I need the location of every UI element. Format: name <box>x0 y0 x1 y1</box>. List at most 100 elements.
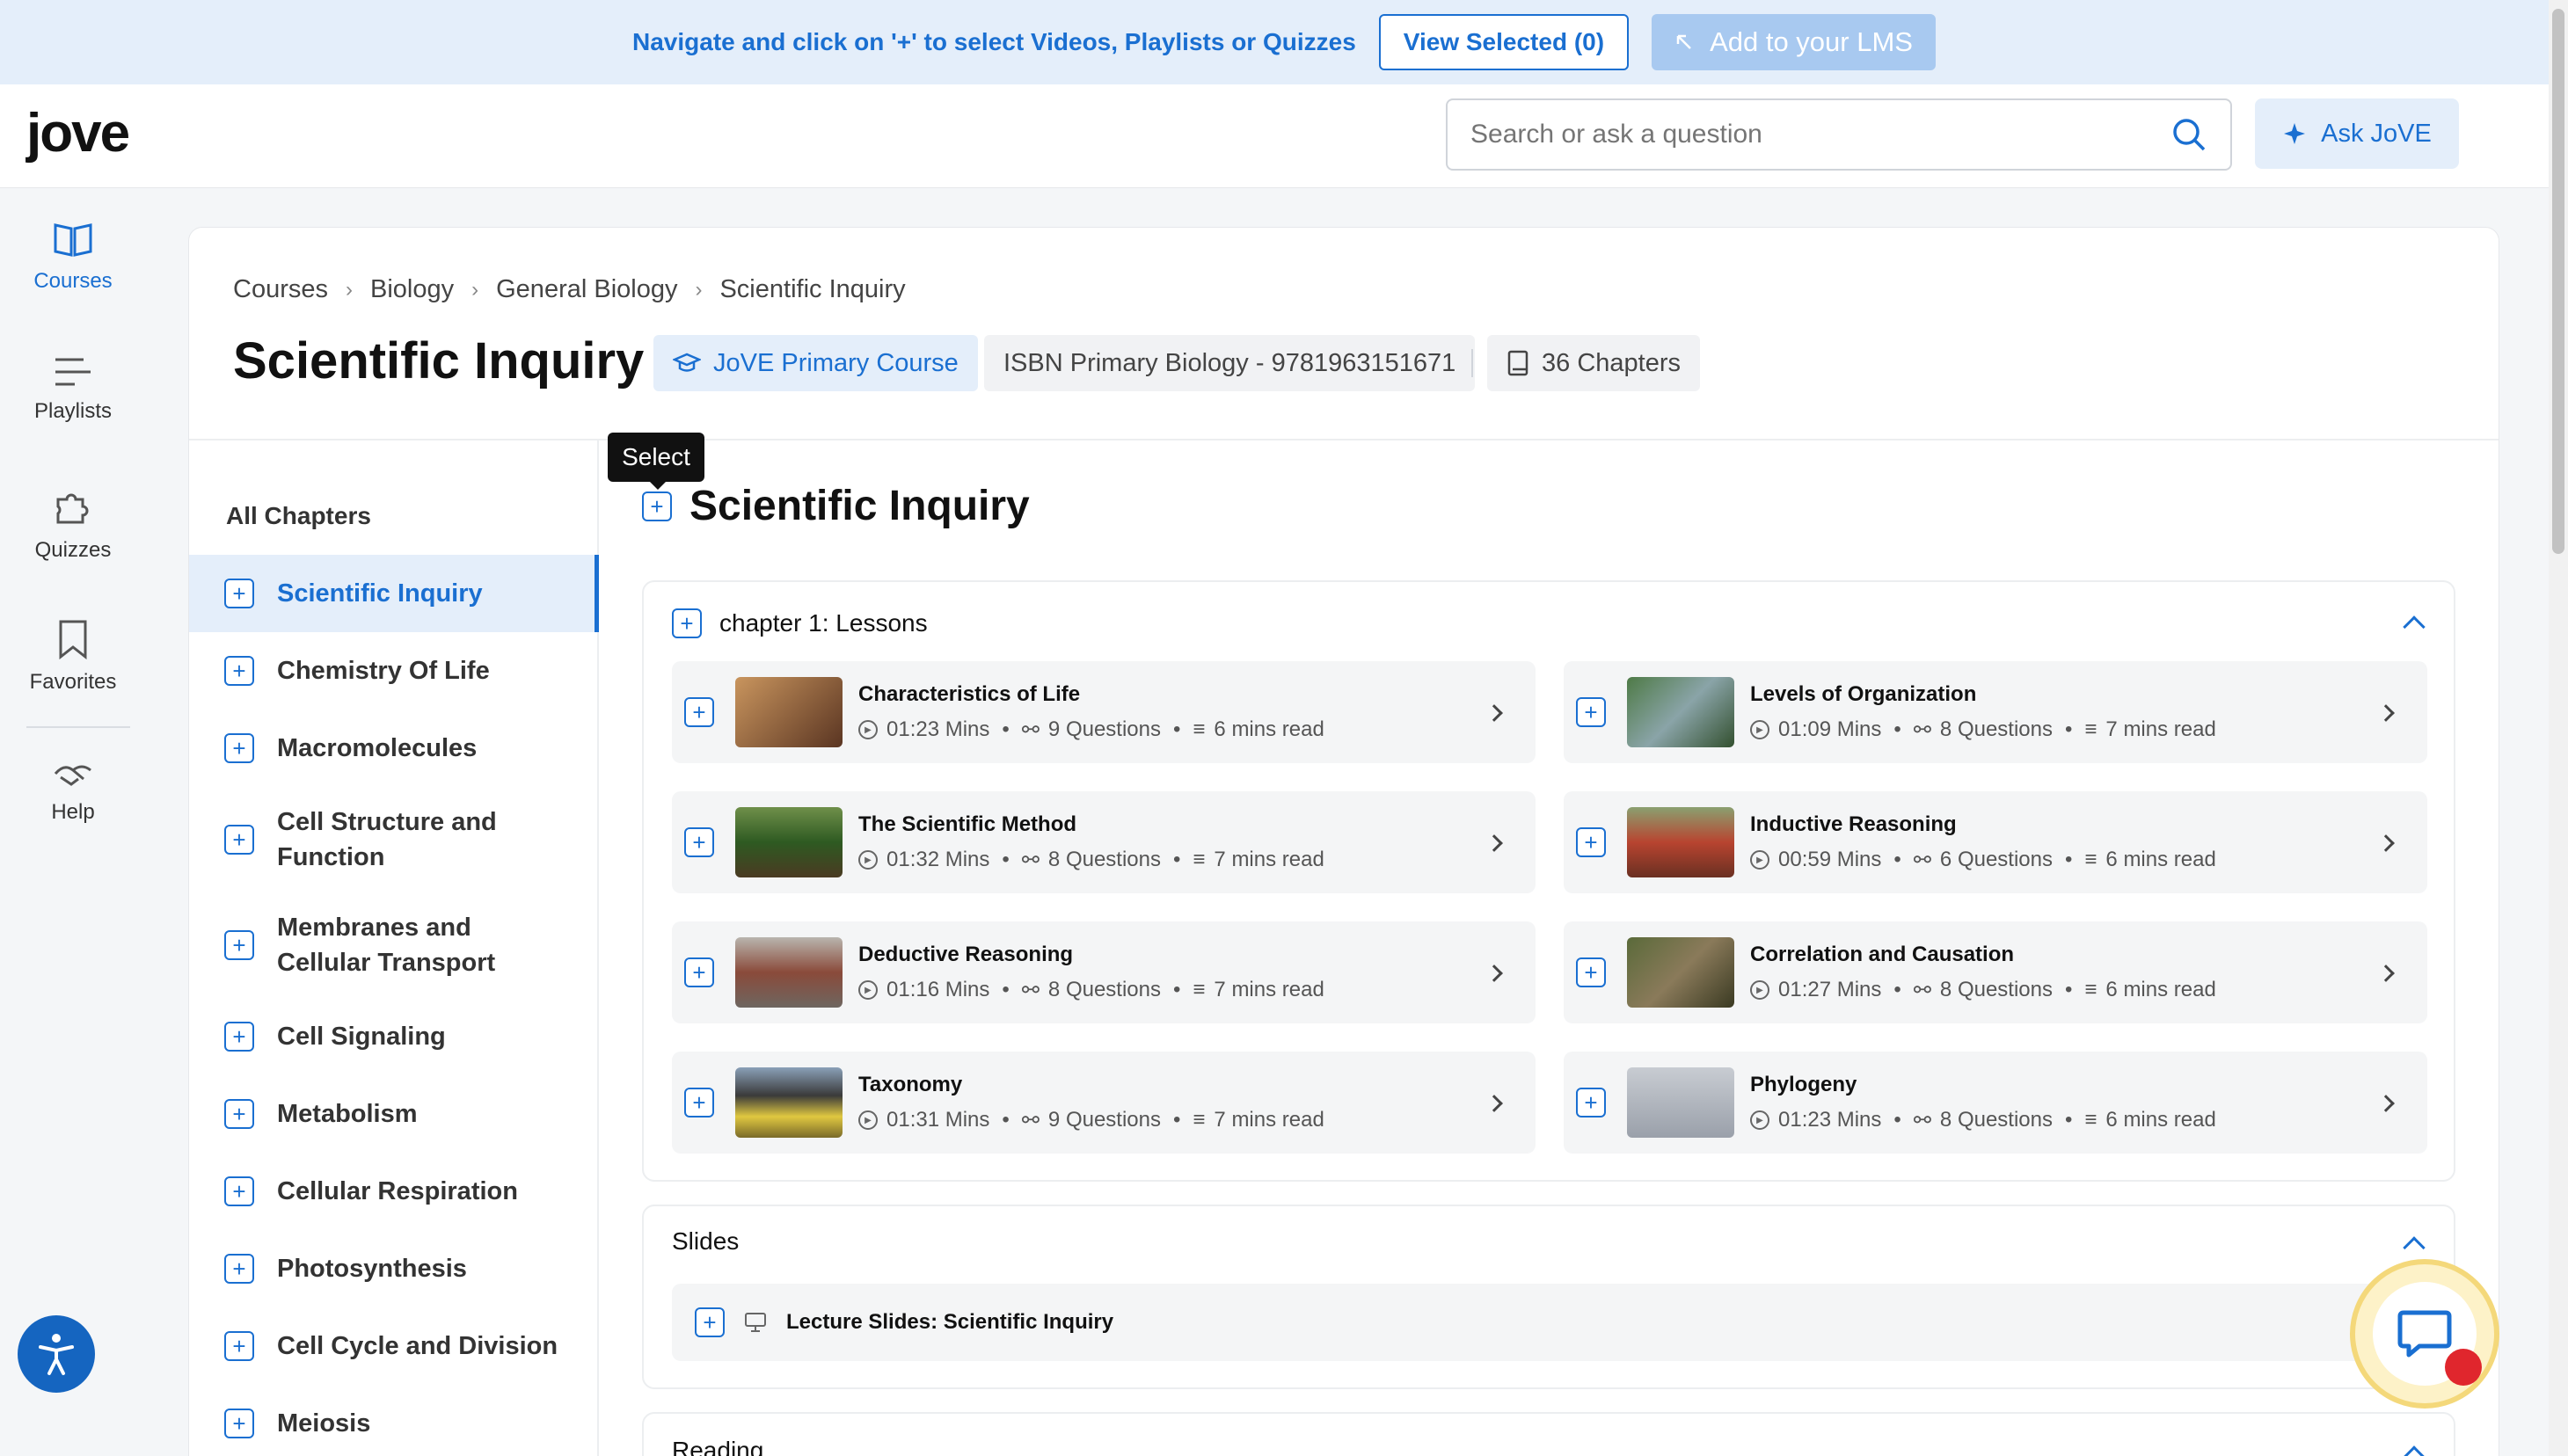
breadcrumb-general-biology[interactable]: General Biology <box>496 275 677 304</box>
lesson-duration: 01:27 Mins <box>1778 978 1882 1001</box>
plus-icon[interactable]: + <box>1576 827 1606 857</box>
dot-separator: • <box>1002 848 1010 871</box>
lesson-duration: 01:16 Mins <box>886 978 990 1001</box>
chapter-item[interactable]: + Meiosis <box>189 1385 599 1456</box>
lesson-card[interactable]: + Phylogeny ▶ 01:23 Mins • ⚯ 8 Questions • ≡ 6 … <box>1564 1052 2427 1154</box>
lesson-card[interactable]: + The Scientific Method ▶ 01:32 Mins • ⚯ 8 Q… <box>672 791 1536 893</box>
lesson-card[interactable]: + Inductive Reasoning ▶ 00:59 Mins • ⚯ 6 Que… <box>1564 791 2427 893</box>
all-chapters-heading: All Chapters <box>226 502 371 529</box>
plus-icon[interactable]: + <box>224 1409 254 1438</box>
plus-icon[interactable]: + <box>224 1176 254 1206</box>
plus-icon[interactable]: + <box>224 1331 254 1361</box>
chevron-up-icon[interactable] <box>2403 1445 2426 1456</box>
lesson-thumbnail <box>1627 937 1734 1008</box>
lesson-card[interactable]: + Levels of Organization ▶ 01:09 Mins • ⚯ 8 … <box>1564 661 2427 763</box>
chapter-item[interactable]: + Scientific Inquiry <box>189 555 599 632</box>
plus-icon[interactable]: + <box>684 957 714 987</box>
chat-widget-button[interactable] <box>2350 1259 2499 1409</box>
plus-icon[interactable]: + <box>684 827 714 857</box>
add-to-lms-button[interactable]: Add to your LMS <box>1652 14 1936 70</box>
nav-quizzes[interactable]: Quizzes <box>0 487 146 563</box>
lesson-read: 7 mins read <box>1214 978 1324 1001</box>
search-box[interactable] <box>1446 98 2232 171</box>
search-icon[interactable] <box>2170 116 2207 153</box>
plus-icon[interactable]: + <box>684 697 714 727</box>
lesson-title: The Scientific Method <box>858 812 1077 836</box>
slides-panel: Slides + Lecture Slides: Scientific Inqu… <box>642 1205 2455 1389</box>
chapters-count-label: 36 Chapters <box>1542 348 1681 377</box>
text-lines-icon: ≡ <box>2084 978 2097 1001</box>
slide-item[interactable]: + Lecture Slides: Scientific Inquiry <box>672 1284 2427 1361</box>
chapter-item[interactable]: + Cell Structure and Function <box>189 787 599 892</box>
search-input[interactable] <box>1470 120 2170 149</box>
plus-icon[interactable]: + <box>224 1022 254 1052</box>
view-selected-button[interactable]: View Selected (0) <box>1378 14 1630 70</box>
link-icon: ⚯ <box>1021 1108 1040 1132</box>
dot-separator: • <box>2065 1108 2073 1132</box>
select-tooltip: Select <box>608 433 704 482</box>
lesson-questions: 8 Questions <box>1939 978 2053 1001</box>
plus-icon[interactable]: + <box>1576 697 1606 727</box>
plus-icon[interactable]: + <box>224 930 254 960</box>
nav-favorites[interactable]: Favorites <box>0 619 146 695</box>
breadcrumb-courses[interactable]: Courses <box>233 275 328 304</box>
breadcrumb-biology[interactable]: Biology <box>370 275 454 304</box>
chapter-item[interactable]: + Cellular Respiration <box>189 1153 599 1230</box>
chapter-item[interactable]: + Cell Signaling <box>189 998 599 1075</box>
lesson-card[interactable]: + Correlation and Causation ▶ 01:27 Mins •… <box>1564 921 2427 1023</box>
accessibility-button[interactable] <box>18 1315 95 1393</box>
lesson-card[interactable]: + Deductive Reasoning ▶ 01:16 Mins • ⚯ 8 Que… <box>672 921 1536 1023</box>
lesson-duration: 00:59 Mins <box>1778 848 1882 871</box>
slides-panel-header[interactable]: Slides <box>672 1227 739 1256</box>
plus-icon[interactable]: + <box>224 1099 254 1129</box>
plus-icon[interactable]: + <box>684 1088 714 1117</box>
chevron-up-icon[interactable] <box>2403 1236 2426 1259</box>
plus-icon[interactable]: + <box>1576 957 1606 987</box>
chapter-item[interactable]: + Chemistry Of Life <box>189 632 599 710</box>
lesson-read: 7 mins read <box>1214 848 1324 871</box>
nav-help[interactable]: Help <box>0 758 146 825</box>
chapter-item[interactable]: + Macromolecules <box>189 710 599 787</box>
chapter-item[interactable]: + Cell Cycle and Division <box>189 1307 599 1385</box>
nav-help-label: Help <box>51 800 95 824</box>
plus-icon[interactable]: + <box>672 608 702 638</box>
app-header: jove Ask JoVE <box>0 84 2568 188</box>
breadcrumb-current: Scientific Inquiry <box>719 275 906 303</box>
reading-panel-header[interactable]: Reading <box>672 1437 763 1456</box>
text-lines-icon: ≡ <box>1193 717 1206 741</box>
plus-icon[interactable]: + <box>224 656 254 686</box>
jove-logo[interactable]: jove <box>26 102 130 164</box>
lesson-card[interactable]: + Characteristics of Life ▶ 01:23 Mins • ⚯ 9… <box>672 661 1536 763</box>
lesson-thumbnail <box>735 937 843 1008</box>
dot-separator: • <box>1173 1108 1181 1132</box>
plus-icon[interactable]: + <box>1576 1088 1606 1117</box>
plus-icon[interactable]: + <box>695 1307 725 1337</box>
plus-icon[interactable]: + <box>224 1254 254 1284</box>
lesson-card[interactable]: + Taxonomy ▶ 01:31 Mins • ⚯ 9 Questions • ≡ 7 m… <box>672 1052 1536 1154</box>
chapter-label: Meiosis <box>277 1409 371 1438</box>
chevron-right-icon <box>1485 834 1503 852</box>
primary-course-badge: JoVE Primary Course <box>653 335 978 391</box>
chevron-up-icon[interactable] <box>2403 615 2426 638</box>
lessons-panel-header[interactable]: + chapter 1: Lessons <box>672 608 928 638</box>
plus-icon[interactable]: + <box>224 825 254 855</box>
chapter-item[interactable]: + Photosynthesis <box>189 1230 599 1307</box>
link-icon: ⚯ <box>1913 717 1931 742</box>
plus-icon[interactable]: + <box>224 733 254 763</box>
nav-playlists[interactable]: Playlists <box>0 355 146 424</box>
dot-separator: • <box>1173 848 1181 871</box>
chapter-label: Membranes and Cellular Transport <box>277 914 496 977</box>
page-scrollbar[interactable] <box>2549 0 2568 1456</box>
dot-separator: • <box>1002 1108 1010 1132</box>
lessons-heading: chapter 1: Lessons <box>719 609 928 637</box>
plus-icon[interactable]: + <box>642 491 672 521</box>
nav-courses[interactable]: Courses <box>0 220 146 294</box>
chevron-right-icon <box>2377 704 2395 722</box>
dot-separator: • <box>2065 717 2073 741</box>
chapter-item[interactable]: + Metabolism <box>189 1075 599 1153</box>
text-lines-icon: ≡ <box>2084 717 2097 741</box>
plus-icon[interactable]: + <box>224 579 254 608</box>
ask-jove-button[interactable]: Ask JoVE <box>2255 98 2459 169</box>
scrollbar-thumb[interactable] <box>2552 9 2564 554</box>
chapter-item[interactable]: + Membranes and Cellular Transport <box>189 892 599 998</box>
